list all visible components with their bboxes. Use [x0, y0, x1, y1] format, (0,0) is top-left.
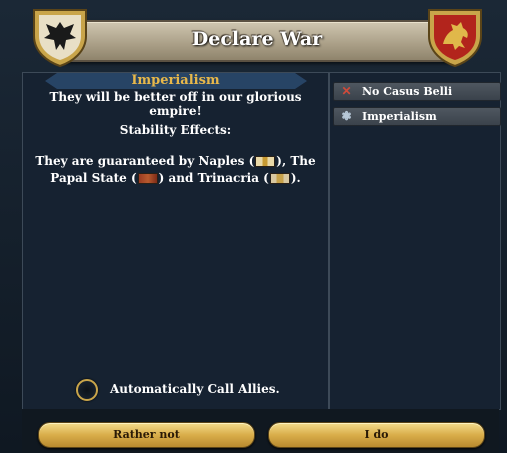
- effects-text: ), The: [276, 154, 316, 168]
- cb-item-imperialism[interactable]: ❃ Imperialism: [333, 107, 501, 126]
- papal-state-flag-icon: [137, 173, 158, 184]
- call-allies-option[interactable]: Automatically Call Allies.: [76, 379, 316, 403]
- stability-heading: Stability Effects:: [119, 123, 232, 137]
- window-title: Declare War: [191, 28, 323, 50]
- cb-item-label: No Casus Belli: [362, 85, 453, 98]
- trinacria-flag-icon: [269, 173, 290, 184]
- naples-flag-icon: [255, 156, 276, 167]
- rather-not-button[interactable]: Rather not: [38, 422, 255, 448]
- cb-item-label: Imperialism: [362, 110, 437, 123]
- x-icon: ✕: [341, 84, 352, 98]
- stability-effects: They are guaranteed by Naples ( ), The Pa…: [29, 153, 322, 187]
- call-allies-label: Automatically Call Allies.: [110, 382, 280, 396]
- effects-text: They are guaranteed by Naples (: [35, 154, 255, 168]
- eagle-shield-icon: [33, 9, 87, 68]
- casus-belli-description: They will be better off in our glorious …: [49, 90, 302, 118]
- lion-shield-icon: [428, 9, 482, 68]
- effects-text: Papal State (: [50, 171, 137, 185]
- effects-text: ) and Trinacria (: [158, 171, 269, 185]
- description-panel: Imperialism They will be better off in o…: [22, 72, 329, 410]
- effects-text: ).: [290, 171, 301, 185]
- cb-item-no-casus-belli[interactable]: ✕ No Casus Belli: [333, 82, 501, 101]
- crest-icon: ❃: [341, 109, 352, 123]
- call-allies-radio[interactable]: [76, 379, 98, 401]
- casus-belli-list: ✕ No Casus Belli ❃ Imperialism: [329, 72, 501, 410]
- casus-belli-heading: Imperialism: [131, 73, 220, 88]
- i-do-button[interactable]: I do: [268, 422, 485, 448]
- title-banner: Declare War: [60, 20, 454, 62]
